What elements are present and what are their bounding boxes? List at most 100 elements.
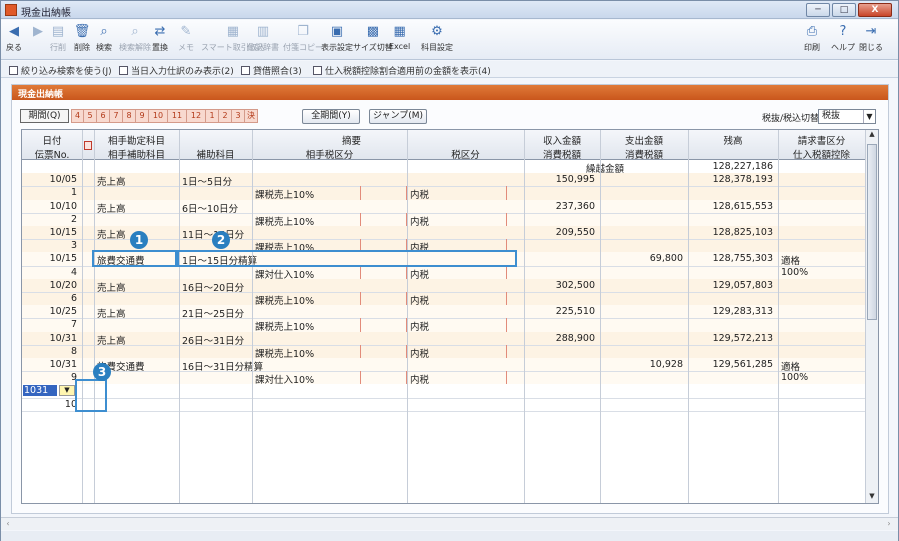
entry-balance[interactable]: 128,755,303 — [691, 253, 773, 264]
chevron-down-icon[interactable]: ▼ — [863, 110, 875, 123]
entry-expense[interactable]: 69,800 — [603, 253, 683, 264]
entry-slip-no[interactable]: 8 — [25, 346, 77, 357]
month-tab-11[interactable]: 11 — [168, 109, 187, 123]
month-tab-5[interactable]: 5 — [84, 109, 97, 123]
toolbar-button-3[interactable]: 🗑 削除 — [73, 22, 91, 58]
entry-expense[interactable]: 10,928 — [603, 359, 683, 370]
entry-income[interactable]: 209,550 — [527, 227, 595, 238]
entry-date[interactable]: 10/31 — [25, 333, 77, 344]
toolbar-button-0[interactable]: ◀ 戻る — [5, 22, 23, 58]
entry-balance[interactable]: 129,572,213 — [691, 333, 773, 344]
toolbar-button-10[interactable]: ❐ 付箋コピー — [283, 22, 323, 58]
back-arrow-icon[interactable]: ◀ — [5, 22, 23, 40]
entry-date[interactable]: 10/25 — [25, 306, 77, 317]
month-tab-7[interactable]: 7 — [110, 109, 123, 123]
close-window-button[interactable]: X — [858, 3, 892, 17]
toolbar-button-12[interactable]: ▩ サイズ切替 — [353, 22, 393, 58]
month-tab-10[interactable]: 10 — [149, 109, 168, 123]
minimize-button[interactable]: ─ — [806, 3, 830, 17]
delete-row-icon[interactable]: ▤ — [49, 22, 67, 40]
month-tab-6[interactable]: 6 — [97, 109, 110, 123]
smart-import-icon[interactable]: ▦ — [224, 22, 242, 40]
all-period-button[interactable]: 全期間(Y) — [302, 109, 360, 124]
new-slip-no[interactable]: 10 — [25, 399, 77, 410]
option-checkbox-0[interactable]: 絞り込み検索を使う(J) — [9, 64, 112, 77]
toolbar-right-button-2[interactable]: ⇥ 閉じる — [859, 22, 883, 58]
vertical-scrollbar[interactable]: ▲ ▼ — [865, 130, 878, 503]
checkbox-icon[interactable] — [9, 66, 18, 75]
resize-icon[interactable]: ▩ — [364, 22, 382, 40]
entry-balance[interactable]: 128,378,193 — [691, 174, 773, 185]
entry-slip-no[interactable]: 1 — [25, 187, 77, 198]
option-checkbox-3[interactable]: 仕入税額控除割合適用前の金額を表示(4) — [313, 64, 491, 77]
horizontal-scrollbar[interactable]: ‹ › — [1, 517, 898, 530]
display-settings-icon[interactable]: ▣ — [328, 22, 346, 40]
toolbar-right-button-1[interactable]: ? ヘルプ — [831, 22, 855, 58]
option-checkbox-1[interactable]: 当日入力仕訳のみ表示(2) — [119, 64, 234, 77]
entry-income[interactable]: 225,510 — [527, 306, 595, 317]
new-date-input[interactable]: 1031 — [23, 385, 57, 397]
chevron-down-icon[interactable]: ▼ — [59, 385, 75, 397]
scroll-left-icon[interactable]: ‹ — [3, 519, 13, 530]
entry-deduction[interactable]: 100% — [781, 372, 860, 383]
entry-balance[interactable]: 128,825,103 — [691, 227, 773, 238]
toolbar-button-14[interactable]: ⚙ 科目設定 — [421, 22, 453, 58]
scroll-down-icon[interactable]: ▼ — [867, 492, 877, 503]
month-tab-2[interactable]: 2 — [219, 109, 232, 123]
month-tab-決[interactable]: 決 — [245, 109, 258, 123]
memo-icon[interactable]: ✎ — [177, 22, 195, 40]
entry-slip-no[interactable]: 2 — [25, 214, 77, 225]
toolbar-button-7[interactable]: ✎ メモ — [177, 22, 195, 58]
toolbar-button-6[interactable]: ⇄ 置換 — [151, 22, 169, 58]
entry-date[interactable]: 10/20 — [25, 280, 77, 291]
replace-icon[interactable]: ⇄ — [151, 22, 169, 40]
month-tab-9[interactable]: 9 — [136, 109, 149, 123]
entry-date[interactable]: 10/05 — [25, 174, 77, 185]
jump-button[interactable]: ジャンプ(M) — [369, 109, 427, 124]
entry-income[interactable]: 302,500 — [527, 280, 595, 291]
toolbar-button-1[interactable]: ▶ — [29, 22, 47, 58]
entry-income[interactable]: 288,900 — [527, 333, 595, 344]
entry-deduction[interactable]: 100% — [781, 267, 860, 278]
entry-balance[interactable]: 129,283,313 — [691, 306, 773, 317]
dictionary-icon[interactable]: ▥ — [254, 22, 272, 40]
checkbox-icon[interactable] — [119, 66, 128, 75]
month-tab-1[interactable]: 1 — [206, 109, 219, 123]
maximize-button[interactable]: □ — [832, 3, 856, 17]
month-tab-4[interactable]: 4 — [71, 109, 84, 123]
checkbox-icon[interactable] — [313, 66, 322, 75]
trash-icon[interactable]: 🗑 — [73, 22, 91, 40]
print-icon[interactable]: ⎙ — [803, 22, 821, 40]
month-tab-8[interactable]: 8 — [123, 109, 136, 123]
excel-icon[interactable]: ▦ — [391, 22, 409, 40]
carry-balance[interactable]: 128,227,186 — [691, 161, 773, 172]
help-icon[interactable]: ? — [834, 22, 852, 40]
entry-balance[interactable]: 129,561,285 — [691, 359, 773, 370]
account-settings-icon[interactable]: ⚙ — [428, 22, 446, 40]
period-button[interactable]: 期間(Q) — [20, 109, 69, 123]
entry-date[interactable]: 10/15 — [25, 253, 77, 264]
close-door-icon[interactable]: ⇥ — [862, 22, 880, 40]
copy-icon[interactable]: ❐ — [294, 22, 312, 40]
search-clear-icon[interactable]: ⌕ — [126, 22, 144, 40]
entry-income[interactable]: 237,360 — [527, 201, 595, 212]
checkbox-icon[interactable] — [241, 66, 250, 75]
entry-slip-no[interactable]: 7 — [25, 319, 77, 330]
toolbar-button-11[interactable]: ▣ 表示設定 — [321, 22, 353, 58]
toolbar-button-5[interactable]: ⌕ 検索解除 — [119, 22, 151, 58]
toolbar-button-2[interactable]: ▤ 行削 — [49, 22, 67, 58]
entry-slip-no[interactable]: 3 — [25, 240, 77, 251]
toolbar-button-4[interactable]: ⌕ 検索 — [95, 22, 113, 58]
entry-date[interactable]: 10/10 — [25, 201, 77, 212]
entry-slip-no[interactable]: 6 — [25, 293, 77, 304]
entry-slip-no[interactable]: 4 — [25, 267, 77, 278]
option-checkbox-2[interactable]: 貸借照合(3) — [241, 64, 302, 77]
memo-column-icon[interactable] — [84, 141, 92, 150]
month-tab-12[interactable]: 12 — [187, 109, 206, 123]
entry-slip-no[interactable]: 9 — [25, 372, 77, 383]
scroll-right-icon[interactable]: › — [884, 519, 894, 530]
toolbar-button-13[interactable]: ▦ Excel — [389, 22, 410, 58]
scroll-up-icon[interactable]: ▲ — [867, 130, 877, 141]
entry-income[interactable]: 150,995 — [527, 174, 595, 185]
toolbar-right-button-0[interactable]: ⎙ 印刷 — [803, 22, 821, 58]
